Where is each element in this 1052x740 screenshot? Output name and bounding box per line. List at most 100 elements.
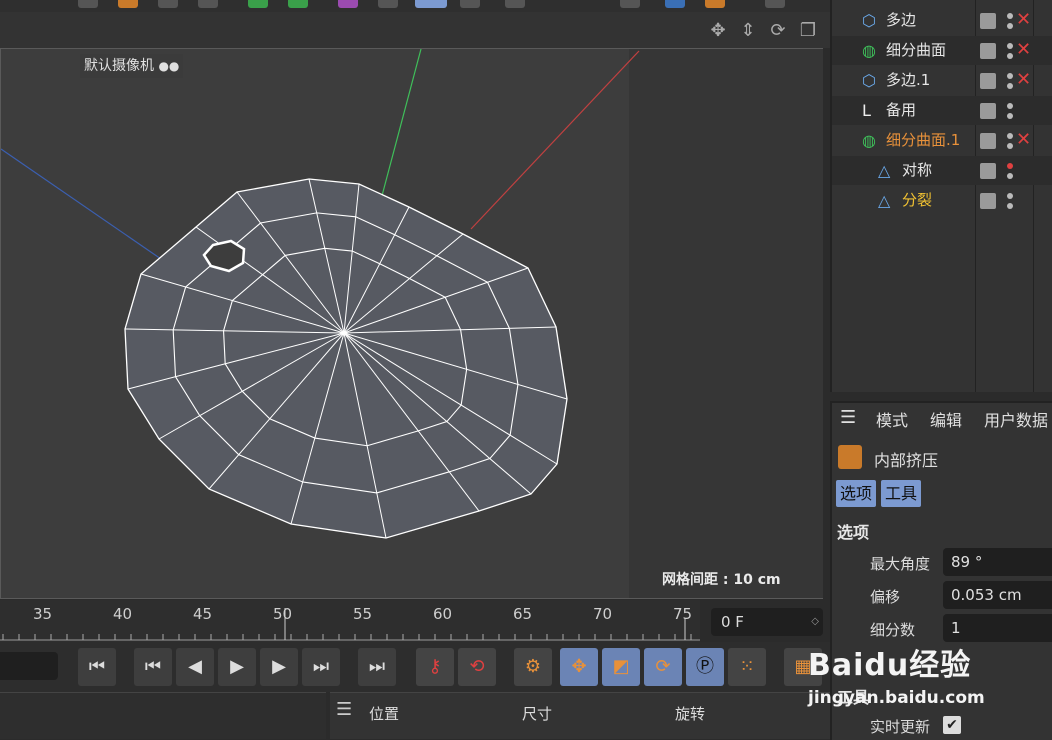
object-name[interactable]: 对称 — [902, 156, 932, 185]
mesh-render[interactable] — [1, 49, 824, 600]
editor-visibility-dot[interactable] — [1007, 163, 1013, 169]
toolbar-button[interactable] — [665, 0, 685, 8]
render-visibility-dot[interactable] — [1007, 203, 1013, 209]
disabled-x-icon[interactable]: ✕ — [1016, 8, 1031, 32]
inner-extrude-icon — [838, 445, 862, 469]
object-name[interactable]: 多边.1 — [886, 66, 930, 95]
disabled-x-icon[interactable]: ✕ — [1016, 38, 1031, 62]
keyframe-selection-icon[interactable]: ⚙ — [514, 648, 552, 686]
tab-tool[interactable]: 工具 — [881, 480, 922, 507]
render-visibility-dot[interactable] — [1007, 143, 1013, 149]
layer-icon[interactable] — [980, 43, 996, 59]
render-visibility-dot[interactable] — [1007, 83, 1013, 89]
render-visibility-dot[interactable] — [1007, 23, 1013, 29]
auto-key-icon[interactable]: ⟲ — [458, 648, 496, 686]
offset-label: 偏移 — [870, 588, 901, 606]
object-type-icon: ◍ — [862, 131, 876, 150]
key-pla-icon[interactable]: ⁙ — [728, 648, 766, 686]
toolbar-button[interactable] — [198, 0, 218, 8]
go-end-icon[interactable]: ⏭ — [358, 648, 396, 686]
move-view-icon[interactable]: ✥ — [707, 20, 729, 42]
object-row[interactable]: △ 对称 — [832, 156, 1052, 185]
timeline-tick-label: 60 — [433, 605, 453, 623]
layer-icon[interactable] — [980, 73, 996, 89]
go-start-icon[interactable]: ⏮ — [78, 648, 116, 686]
next-frame-icon[interactable]: ▶ — [260, 648, 298, 686]
object-row[interactable]: L 备用 — [832, 96, 1052, 125]
editor-visibility-dot[interactable] — [1007, 43, 1013, 49]
object-name[interactable]: 细分曲面.1 — [886, 126, 960, 155]
prev-key-icon[interactable]: ⏮ — [134, 648, 172, 686]
menu-user-data[interactable]: 用户数据 — [984, 407, 1048, 431]
toolbar-button[interactable] — [78, 0, 98, 8]
object-row[interactable]: ◍ 细分曲面.1 ✕ — [832, 126, 1052, 155]
editor-visibility-dot[interactable] — [1007, 13, 1013, 19]
editor-visibility-dot[interactable] — [1007, 73, 1013, 79]
camera-label[interactable]: 默认摄像机 ●● — [80, 54, 184, 78]
layer-icon[interactable] — [980, 103, 996, 119]
disabled-x-icon[interactable]: ✕ — [1016, 128, 1031, 152]
toolbar-button[interactable] — [338, 0, 358, 8]
menu-edit[interactable]: 编辑 — [930, 407, 962, 431]
timeline-tick-label: 40 — [113, 605, 133, 623]
key-position-icon[interactable]: ✥ — [560, 648, 598, 686]
render-visibility-dot[interactable] — [1007, 113, 1013, 119]
object-name[interactable]: 多边 — [886, 6, 916, 35]
object-name[interactable]: 细分曲面 — [886, 36, 946, 65]
key-parameter-icon[interactable]: Ⓟ — [686, 648, 724, 686]
toolbar-button[interactable] — [765, 0, 785, 8]
render-visibility-dot[interactable] — [1007, 53, 1013, 59]
offset-field[interactable]: 0.053 cm — [943, 581, 1052, 609]
object-row[interactable]: ⬡ 多边.1 ✕ — [832, 66, 1052, 95]
object-name[interactable]: 备用 — [886, 96, 916, 125]
record-key-icon[interactable]: ⚷ — [416, 648, 454, 686]
max-angle-field[interactable]: 89 ° — [943, 548, 1052, 576]
toolbar-button[interactable] — [620, 0, 640, 8]
toolbar-button[interactable] — [288, 0, 308, 8]
editor-visibility-dot[interactable] — [1007, 133, 1013, 139]
key-rotation-icon[interactable]: ⟳ — [644, 648, 682, 686]
material-panel — [0, 692, 326, 739]
key-scale-icon[interactable]: ◩ — [602, 648, 640, 686]
object-name[interactable]: 分裂 — [902, 186, 932, 215]
zoom-view-icon[interactable]: ⇕ — [737, 20, 759, 42]
toolbar-button[interactable] — [158, 0, 178, 8]
object-type-icon: △ — [878, 161, 891, 180]
toolbar-button[interactable] — [378, 0, 398, 8]
toolbar-button[interactable] — [505, 0, 525, 8]
attr-hamburger-icon[interactable]: ☰ — [840, 407, 856, 428]
playback-range-field[interactable] — [0, 652, 58, 680]
menu-mode[interactable]: 模式 — [876, 407, 908, 431]
toolbar-button[interactable] — [118, 0, 138, 8]
toolbar-button[interactable] — [460, 0, 480, 8]
object-row[interactable]: ⬡ 多边 ✕ — [832, 6, 1052, 35]
position-header: 位置 — [369, 705, 400, 723]
prev-frame-icon[interactable]: ◀ — [176, 648, 214, 686]
current-frame-field[interactable]: 0 F ◇ — [711, 608, 823, 636]
rotate-view-icon[interactable]: ⟳ — [767, 20, 789, 42]
play-icon[interactable]: ▶ — [218, 648, 256, 686]
toggle-layout-icon[interactable]: ❐ — [797, 20, 819, 42]
3d-viewport[interactable] — [0, 48, 823, 599]
object-row[interactable]: ◍ 细分曲面 ✕ — [832, 36, 1052, 65]
current-frame-value: 0 F — [721, 613, 744, 631]
layer-icon[interactable] — [980, 13, 996, 29]
layer-icon[interactable] — [980, 193, 996, 209]
toolbar-button[interactable] — [415, 0, 447, 8]
coordinates-panel: ☰ — [330, 692, 830, 739]
editor-visibility-dot[interactable] — [1007, 193, 1013, 199]
hamburger-icon[interactable]: ☰ — [336, 699, 352, 720]
toolbar-button[interactable] — [248, 0, 268, 8]
stepper-icon[interactable]: ◇ — [811, 608, 819, 636]
subdivisions-field[interactable]: 1 — [943, 614, 1052, 642]
layer-icon[interactable] — [980, 163, 996, 179]
options-section-title: 选项 — [837, 523, 870, 542]
render-visibility-dot[interactable] — [1007, 173, 1013, 179]
editor-visibility-dot[interactable] — [1007, 103, 1013, 109]
disabled-x-icon[interactable]: ✕ — [1016, 68, 1031, 92]
tab-options[interactable]: 选项 — [836, 480, 877, 507]
toolbar-button[interactable] — [705, 0, 725, 8]
layer-icon[interactable] — [980, 133, 996, 149]
next-key-icon[interactable]: ⏭ — [302, 648, 340, 686]
object-row[interactable]: △ 分裂 — [832, 186, 1052, 215]
